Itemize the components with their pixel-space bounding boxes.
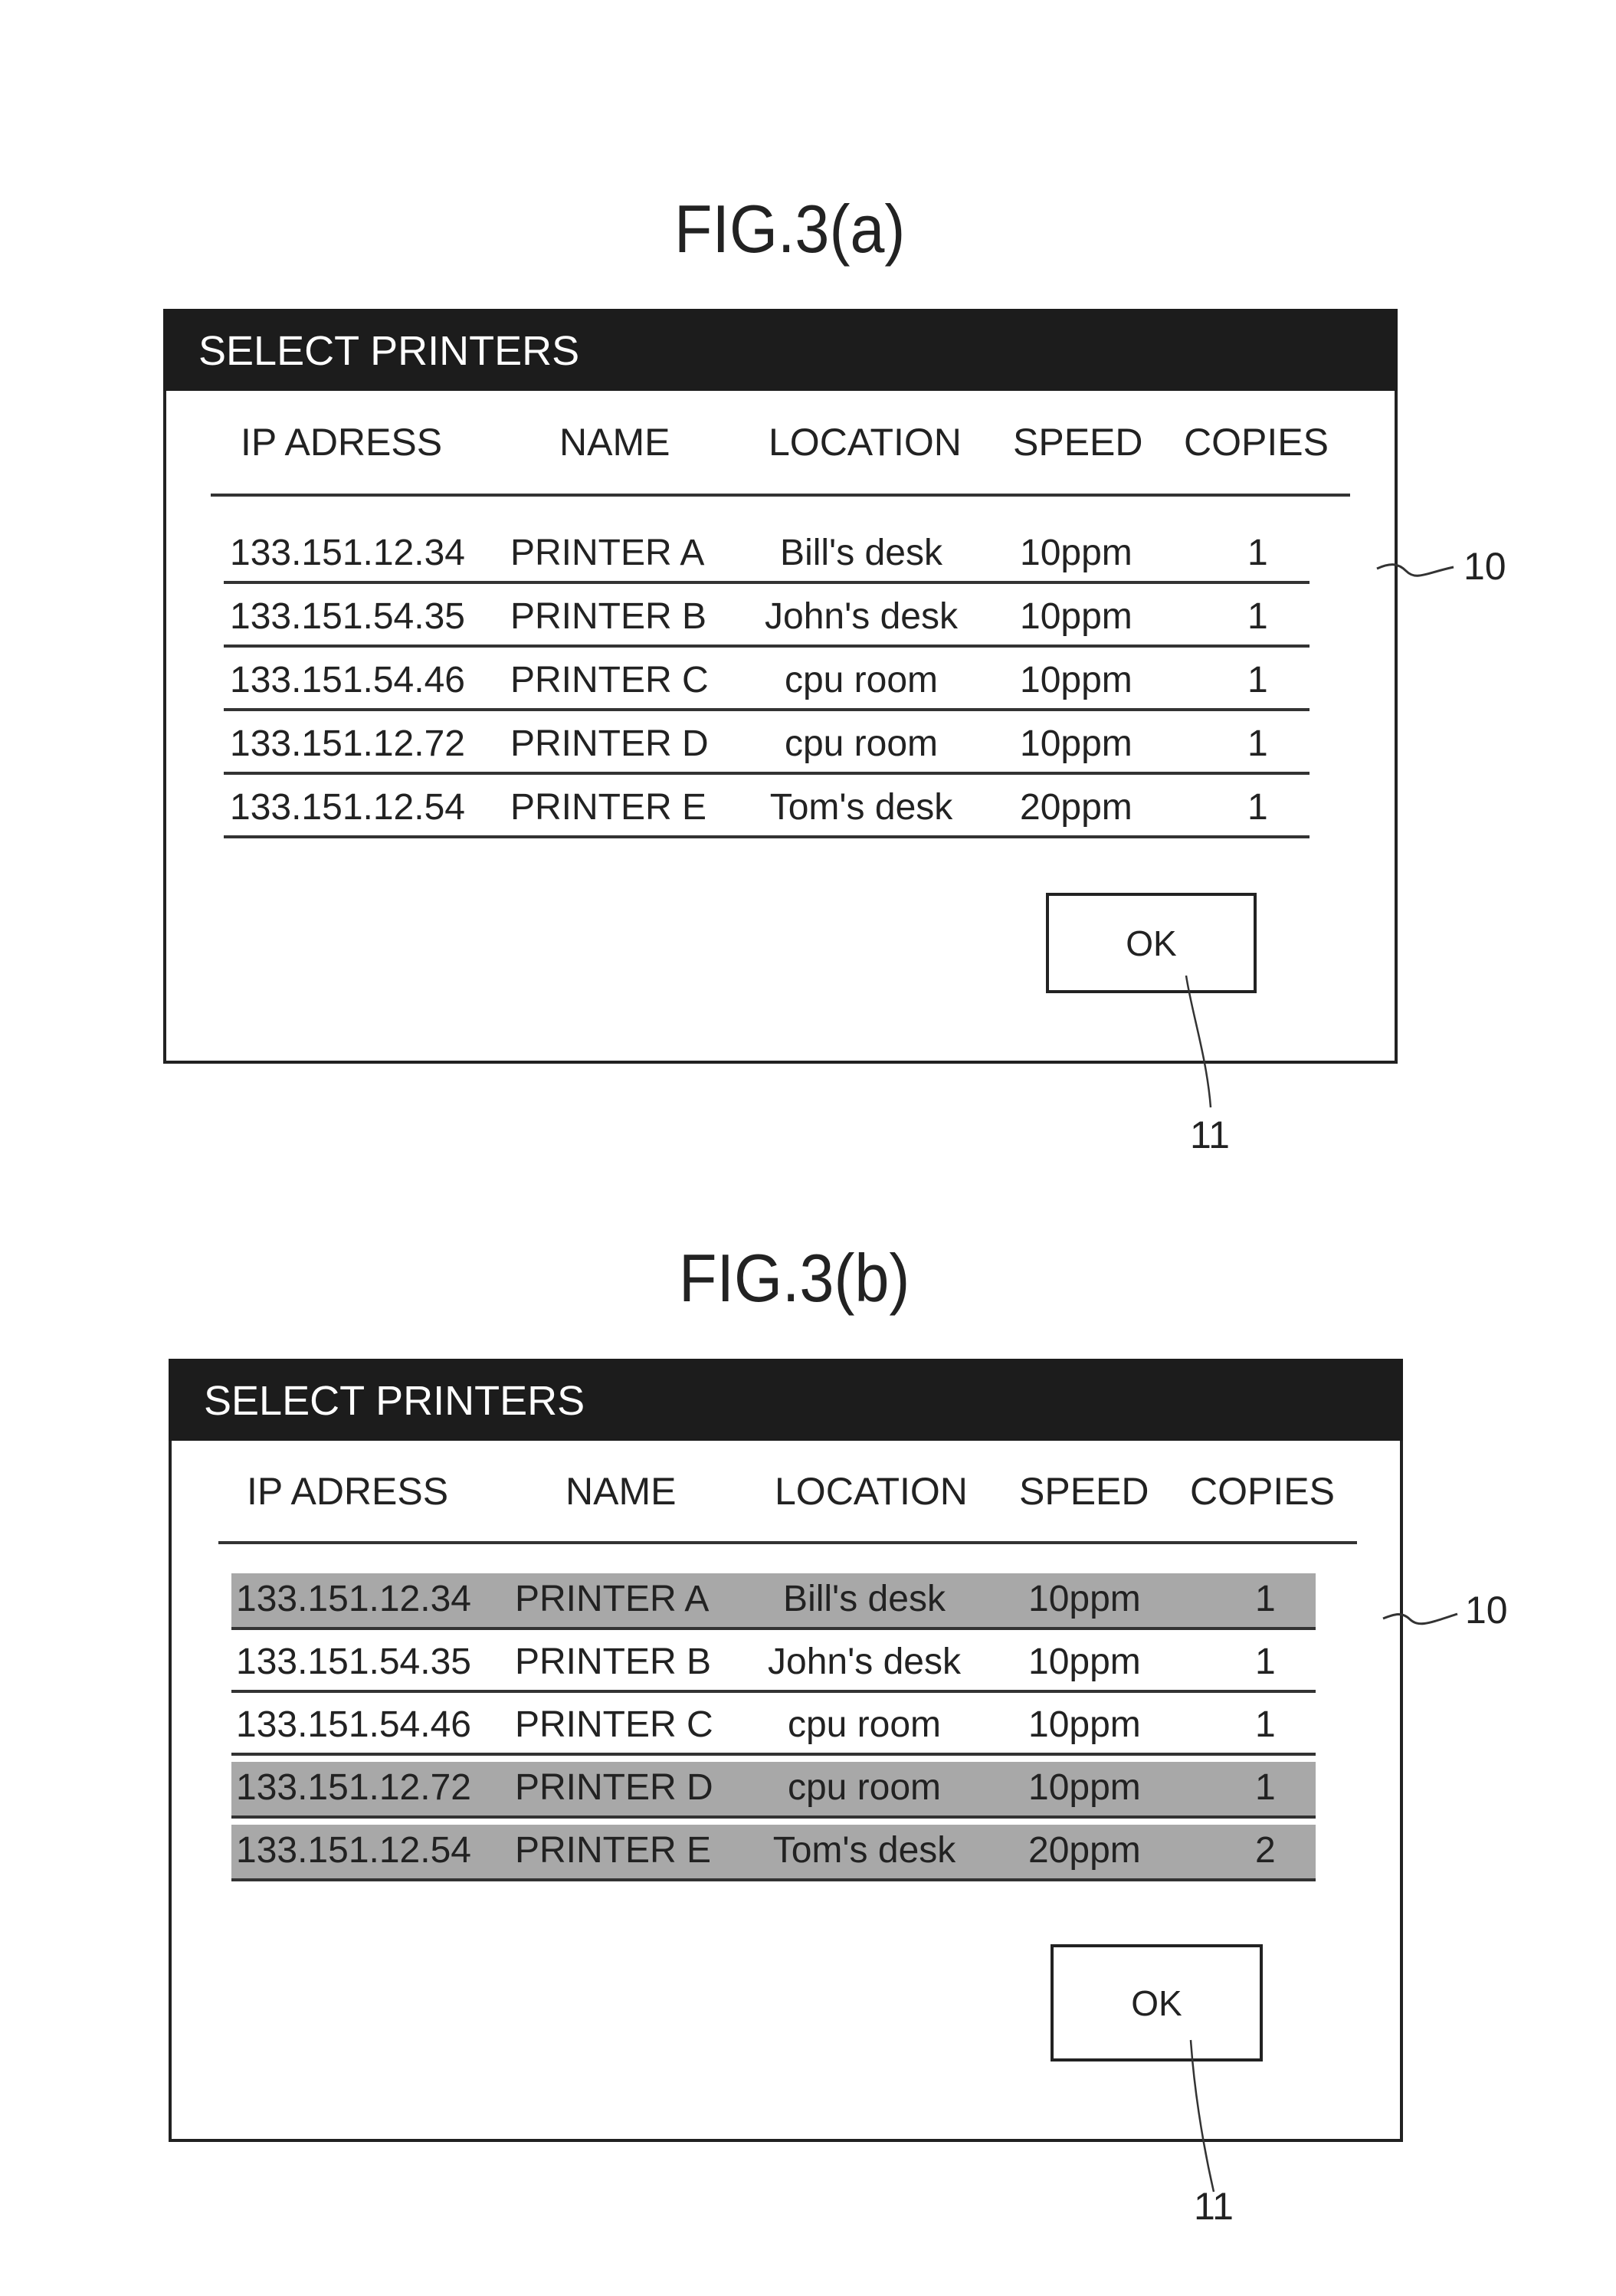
row-divider xyxy=(224,708,1310,711)
printer-name-cell: PRINTER C xyxy=(510,660,709,700)
column-header-ip[interactable]: IP ADRESS xyxy=(241,420,442,464)
reference-numeral-ok-button: 11 xyxy=(1194,2185,1234,2228)
copies-cell[interactable]: 1 xyxy=(1247,723,1268,765)
column-header-copies[interactable]: COPIES xyxy=(1190,1469,1335,1514)
ok-button[interactable]: OK xyxy=(1051,1944,1263,2061)
printer-row[interactable]: 133.151.54.35 PRINTER B John's desk 10ppm 1 xyxy=(224,591,1310,648)
printer-row[interactable]: 133.151.12.54 PRINTER E Tom's desk 20ppm 1 xyxy=(224,782,1310,838)
printer-name-cell: PRINTER D xyxy=(515,1767,713,1808)
printer-row[interactable]: 133.151.12.72 PRINTER D cpu room 10ppm 1 xyxy=(224,718,1310,775)
row-divider xyxy=(224,772,1310,775)
row-divider xyxy=(231,1753,1316,1756)
ip-address-cell: 133.151.54.35 xyxy=(230,596,465,637)
speed-cell: 20ppm xyxy=(1028,1830,1141,1871)
copies-cell[interactable]: 1 xyxy=(1255,1578,1276,1620)
row-divider xyxy=(231,1690,1316,1693)
printer-name-cell: PRINTER B xyxy=(515,1642,712,1682)
location-cell: Bill's desk xyxy=(780,533,942,573)
speed-cell: 10ppm xyxy=(1028,1642,1141,1682)
ok-button[interactable]: OK xyxy=(1046,893,1257,993)
column-header-location[interactable]: LOCATION xyxy=(775,1469,968,1514)
ip-address-cell: 133.151.54.35 xyxy=(236,1642,471,1682)
speed-cell: 10ppm xyxy=(1028,1579,1141,1619)
speed-cell: 20ppm xyxy=(1020,787,1133,828)
figure-label-b: FIG.3(b) xyxy=(679,1240,910,1316)
location-cell: cpu room xyxy=(787,1704,942,1745)
printer-name-cell: PRINTER C xyxy=(515,1704,713,1745)
printer-row[interactable]: 133.151.54.46 PRINTER C cpu room 10ppm 1 xyxy=(231,1699,1316,1756)
dialog-title-bar: SELECT PRINTERS xyxy=(169,1359,1403,1441)
column-header-copies[interactable]: COPIES xyxy=(1184,420,1329,464)
header-divider xyxy=(218,1541,1357,1544)
column-header-speed[interactable]: SPEED xyxy=(1019,1469,1149,1514)
row-divider xyxy=(224,835,1310,838)
location-cell: cpu room xyxy=(787,1767,942,1808)
speed-cell: 10ppm xyxy=(1020,596,1133,637)
copies-cell[interactable]: 1 xyxy=(1247,595,1268,638)
ip-address-cell: 133.151.12.54 xyxy=(236,1830,471,1871)
location-cell: cpu room xyxy=(784,723,939,764)
column-header-ip[interactable]: IP ADRESS xyxy=(247,1469,448,1514)
printer-row[interactable]: 133.151.54.46 PRINTER C cpu room 10ppm 1 xyxy=(224,654,1310,711)
printer-row[interactable]: 133.151.54.35 PRINTER B John's desk 10ppm 1 xyxy=(231,1636,1316,1693)
ip-address-cell: 133.151.12.34 xyxy=(236,1579,471,1619)
row-divider xyxy=(231,1815,1316,1819)
copies-cell[interactable]: 1 xyxy=(1255,1704,1276,1746)
speed-cell: 10ppm xyxy=(1028,1704,1141,1745)
row-divider xyxy=(231,1878,1316,1881)
printer-row[interactable]: 133.151.12.34 PRINTER A Bill's desk 10ppm 1 xyxy=(224,527,1310,584)
printer-row[interactable]: 133.151.12.72 PRINTER D cpu room 10ppm 1 xyxy=(231,1762,1316,1819)
copies-cell[interactable]: 1 xyxy=(1255,1766,1276,1809)
reference-numeral-dialog: 10 xyxy=(1465,1589,1508,1632)
printer-name-cell: PRINTER A xyxy=(515,1579,710,1619)
copies-cell[interactable]: 2 xyxy=(1255,1829,1276,1871)
copies-cell[interactable]: 1 xyxy=(1255,1641,1276,1683)
row-divider xyxy=(231,1627,1316,1630)
copies-cell[interactable]: 1 xyxy=(1247,659,1268,701)
printer-name-cell: PRINTER B xyxy=(510,596,707,637)
reference-numeral-dialog: 10 xyxy=(1464,545,1506,588)
figure-label-a: FIG.3(a) xyxy=(674,191,906,267)
printer-row[interactable]: 133.151.12.34 PRINTER A Bill's desk 10ppm 1 xyxy=(231,1573,1316,1630)
dialog-title: SELECT PRINTERS xyxy=(204,1378,585,1424)
speed-cell: 10ppm xyxy=(1020,533,1133,573)
ip-address-cell: 133.151.54.46 xyxy=(236,1704,471,1745)
column-header-location[interactable]: LOCATION xyxy=(769,420,962,464)
location-cell: Bill's desk xyxy=(783,1579,946,1619)
ip-address-cell: 133.151.12.72 xyxy=(230,723,465,764)
column-header-name[interactable]: NAME xyxy=(565,1469,676,1514)
dialog-title-bar: SELECT PRINTERS xyxy=(163,309,1398,391)
location-cell: Tom's desk xyxy=(772,1830,956,1871)
dialog-title: SELECT PRINTERS xyxy=(198,328,580,374)
ip-address-cell: 133.151.12.34 xyxy=(230,533,465,573)
ip-address-cell: 133.151.54.46 xyxy=(230,660,465,700)
row-divider xyxy=(224,645,1310,648)
reference-numeral-ok-button: 11 xyxy=(1190,1114,1230,1156)
location-cell: cpu room xyxy=(784,660,939,700)
ip-address-cell: 133.151.12.54 xyxy=(230,787,465,828)
speed-cell: 10ppm xyxy=(1028,1767,1141,1808)
copies-cell[interactable]: 1 xyxy=(1247,532,1268,574)
copies-cell[interactable]: 1 xyxy=(1247,786,1268,828)
column-header-speed[interactable]: SPEED xyxy=(1013,420,1143,464)
location-cell: John's desk xyxy=(768,1642,961,1682)
printer-name-cell: PRINTER E xyxy=(515,1830,712,1871)
printer-row[interactable]: 133.151.12.54 PRINTER E Tom's desk 20ppm 2 xyxy=(231,1825,1316,1881)
printer-name-cell: PRINTER E xyxy=(510,787,707,828)
row-divider xyxy=(224,581,1310,584)
printer-name-cell: PRINTER D xyxy=(510,723,709,764)
header-divider xyxy=(211,494,1350,497)
location-cell: Tom's desk xyxy=(769,787,953,828)
location-cell: John's desk xyxy=(765,596,958,637)
speed-cell: 10ppm xyxy=(1020,660,1133,700)
column-header-name[interactable]: NAME xyxy=(559,420,670,464)
ip-address-cell: 133.151.12.72 xyxy=(236,1767,471,1808)
speed-cell: 10ppm xyxy=(1020,723,1133,764)
printer-name-cell: PRINTER A xyxy=(510,533,705,573)
